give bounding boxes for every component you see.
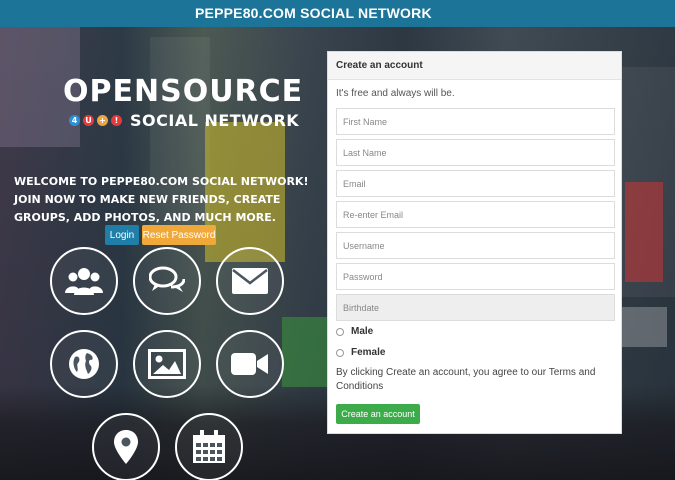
gender-male-option[interactable]: Male (336, 326, 373, 337)
users-icon (50, 247, 118, 315)
email-field[interactable] (336, 170, 615, 197)
logo-badges: 4 U + ! (69, 115, 122, 126)
site-logo: OPENSOURCE 4 U + ! SOCIAL NETWORK (63, 74, 304, 131)
gender-female-option[interactable]: Female (336, 347, 385, 358)
background-billboard (282, 317, 327, 387)
background-building (622, 67, 675, 297)
login-button[interactable]: Login (105, 225, 139, 245)
site-title[interactable]: PEPPE80.COM SOCIAL NETWORK (195, 5, 432, 21)
hero-background: OPENSOURCE 4 U + ! SOCIAL NETWORK WELCOM… (0, 27, 675, 480)
male-label: Male (351, 326, 374, 337)
first-name-field[interactable] (336, 108, 615, 135)
map-pin-icon (92, 413, 160, 480)
birthdate-field[interactable] (336, 294, 615, 321)
calendar-icon (175, 413, 243, 480)
female-radio[interactable] (336, 348, 344, 357)
logo-badge: 4 (69, 115, 80, 126)
logo-badge: U (83, 115, 94, 126)
reenter-email-field[interactable] (336, 201, 615, 228)
logo-badge: ! (111, 115, 122, 126)
signup-panel: Create an account It's free and always w… (327, 51, 622, 434)
chat-icon (133, 247, 201, 315)
video-camera-icon (216, 330, 284, 398)
female-label: Female (351, 347, 386, 358)
welcome-text: WELCOME TO PEPPE80.COM SOCIAL NETWORK! J… (14, 175, 309, 224)
terms-text: By clicking Create an account, you agree… (336, 367, 596, 392)
envelope-icon (216, 247, 284, 315)
create-account-button[interactable]: Create an account (336, 404, 420, 424)
logo-wordmark: OPENSOURCE (63, 74, 304, 109)
password-field[interactable] (336, 263, 615, 290)
logo-subtitle: SOCIAL NETWORK (130, 111, 300, 130)
male-radio[interactable] (336, 327, 344, 336)
last-name-field[interactable] (336, 139, 615, 166)
reset-password-button[interactable]: Reset Password (142, 225, 216, 245)
username-field[interactable] (336, 232, 615, 259)
signup-tagline: It's free and always will be. (336, 88, 455, 99)
signup-panel-title: Create an account (328, 52, 621, 80)
top-header-bar: PEPPE80.COM SOCIAL NETWORK (0, 0, 675, 27)
globe-icon (50, 330, 118, 398)
background-sign (622, 307, 667, 347)
image-icon (133, 330, 201, 398)
logo-badge: + (97, 115, 108, 126)
